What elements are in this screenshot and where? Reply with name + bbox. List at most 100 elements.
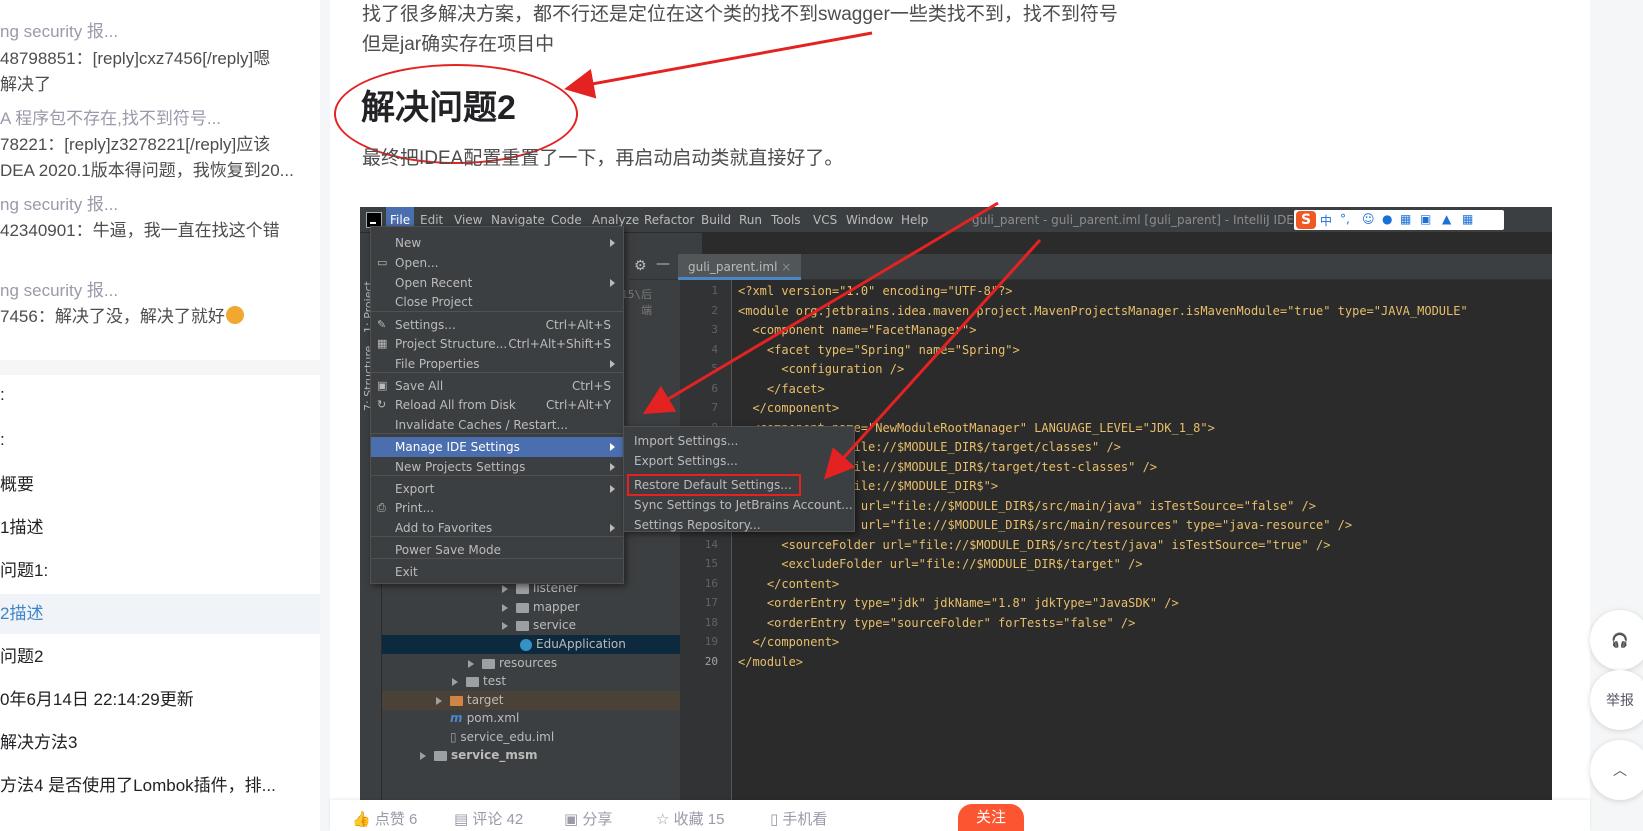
- toc-item[interactable]: 问题1:: [0, 551, 320, 591]
- tab-guli-parent-iml[interactable]: guli_parent.iml ×: [678, 254, 802, 280]
- expand-arrow-icon[interactable]: [502, 584, 508, 593]
- file-menu-item[interactable]: New: [371, 233, 623, 253]
- settings-gear-icon[interactable]: ⚙: [634, 258, 647, 274]
- file-menu-item[interactable]: Invalidate Caches / Restart...: [371, 415, 623, 435]
- comment-button[interactable]: ▤ 评论 42: [454, 808, 523, 829]
- customer-service-icon[interactable]: 🎧: [1590, 610, 1643, 670]
- menu-item-label: Invalidate Caches / Restart...: [395, 418, 568, 432]
- menu-run[interactable]: Run: [739, 207, 762, 233]
- ime-chinese-mode[interactable]: 中: [1320, 212, 1332, 229]
- menu-tools[interactable]: Tools: [771, 207, 801, 233]
- tree-node[interactable]: test: [382, 672, 702, 691]
- like-button[interactable]: 👍 点赞 6: [352, 808, 417, 829]
- ime-skin-icon[interactable]: ▲: [1442, 212, 1451, 226]
- comment-article-link[interactable]: ng security 报...: [0, 18, 320, 45]
- menu-help[interactable]: Help: [901, 207, 928, 233]
- line-number: 15: [704, 557, 718, 570]
- line-number: 19: [704, 635, 718, 648]
- toc-item[interactable]: 0年6月14日 22:14:29更新: [0, 680, 320, 720]
- tree-node[interactable]: service: [382, 616, 702, 635]
- menu-refactor[interactable]: Refactor: [644, 207, 694, 233]
- manage-settings-item[interactable]: Settings Repository...: [624, 515, 854, 535]
- tree-node[interactable]: service_msm: [382, 746, 702, 765]
- submenu-arrow-icon: [610, 239, 615, 247]
- file-menu-item[interactable]: Open Recent: [371, 273, 623, 293]
- red-box-annotation: [627, 474, 801, 496]
- collect-button[interactable]: ☆ 收藏 15: [656, 808, 724, 829]
- ime-emoji-icon[interactable]: ☺: [1362, 212, 1375, 226]
- follow-button[interactable]: 关注: [958, 804, 1024, 831]
- tree-node[interactable]: EduApplication: [382, 635, 702, 654]
- file-menu-item[interactable]: Exit: [371, 562, 623, 582]
- hide-icon[interactable]: —: [656, 256, 670, 272]
- file-menu-item[interactable]: Manage IDE Settings: [371, 437, 623, 457]
- tree-node-label: mapper: [533, 600, 580, 614]
- expand-arrow-icon[interactable]: [502, 603, 508, 612]
- toc-item[interactable]: 概要: [0, 465, 320, 505]
- comment-article-link[interactable]: A 程序包不存在,找不到符号...: [0, 105, 320, 132]
- toc-item[interactable]: 解决方法3: [0, 723, 320, 763]
- toc-item[interactable]: 问题2: [0, 637, 320, 677]
- manage-settings-item[interactable]: Export Settings...: [624, 451, 854, 471]
- tree-node[interactable]: ▯ service_edu.iml: [382, 728, 702, 747]
- comment-text: DEA 2020.1版本得问题，我恢复到20...: [0, 161, 294, 180]
- toc-item-active[interactable]: 2描述: [0, 594, 320, 634]
- code-line: <sourceFolder url="file://$MODULE_DIR$/s…: [738, 537, 1331, 552]
- tree-node[interactable]: m pom.xml: [382, 709, 702, 728]
- expand-arrow-icon[interactable]: [502, 621, 508, 630]
- expand-arrow-icon[interactable]: [420, 751, 426, 760]
- manage-settings-item[interactable]: Import Settings...: [624, 431, 854, 451]
- expand-arrow-icon[interactable]: [468, 659, 474, 668]
- tree-node[interactable]: mapper: [382, 598, 702, 617]
- code-line: <?xml version="1.0" encoding="UTF-8"?>: [738, 284, 1013, 298]
- back-to-top-icon[interactable]: ︿: [1590, 740, 1643, 800]
- file-menu-item[interactable]: Print... ⎙: [371, 498, 623, 518]
- file-menu-item[interactable]: File Properties: [371, 354, 623, 374]
- comment-article-link[interactable]: ng security 报...: [0, 191, 320, 218]
- file-menu-dropdown: New Open... ▭ Open Recent Close Project Setti…: [370, 226, 624, 584]
- report-button[interactable]: 举报: [1590, 670, 1643, 730]
- file-menu-item[interactable]: Settings... ✎ Ctrl+Alt+S: [371, 315, 623, 335]
- file-menu-item[interactable]: New Projects Settings: [371, 457, 623, 477]
- comment-text: 48798851：[reply]cxz7456[/reply]嗯: [0, 49, 271, 68]
- toc-item[interactable]: :: [0, 375, 320, 415]
- expand-arrow-icon[interactable]: [436, 696, 442, 705]
- toc-item[interactable]: 方法4 是否使用了Lombok插件，排...: [0, 766, 320, 806]
- file-menu-item[interactable]: Save All ▣ Ctrl+S: [371, 376, 623, 396]
- file-menu-item[interactable]: Power Save Mode: [371, 540, 623, 560]
- menu-vcs[interactable]: VCS: [813, 207, 837, 233]
- code-line: </content>: [738, 576, 840, 591]
- ime-toolbar[interactable]: S 中 °, ☺ ● ▦ ▣ ▲ ▦: [1294, 210, 1504, 230]
- ime-keyboard-icon[interactable]: ▦: [1400, 212, 1411, 226]
- ime-voice-icon[interactable]: ●: [1382, 212, 1392, 226]
- file-menu-item[interactable]: Close Project: [371, 292, 623, 312]
- comment-article-link[interactable]: ng security 报...: [0, 277, 320, 304]
- ime-toolbox-icon[interactable]: ▣: [1420, 212, 1431, 226]
- toc-item[interactable]: :: [0, 420, 320, 460]
- file-menu-item[interactable]: Reload All from Disk ↻ Ctrl+Alt+Y: [371, 395, 623, 415]
- expand-arrow-icon[interactable]: [452, 677, 458, 686]
- file-menu-item[interactable]: Project Structure... ▦ Ctrl+Alt+Shift+S: [371, 334, 623, 354]
- mobile-view-button[interactable]: ▯ 手机看: [770, 808, 827, 829]
- menu-window[interactable]: Window: [846, 207, 893, 233]
- line-number: 7: [711, 401, 718, 414]
- menu-shortcut: Ctrl+Alt+S: [545, 318, 611, 332]
- share-button[interactable]: ▣ 分享: [564, 808, 612, 829]
- tree-node[interactable]: resources: [382, 654, 702, 673]
- mobile-label: 手机看: [782, 811, 828, 828]
- tree-node-label: test: [483, 674, 507, 688]
- toc-item[interactable]: 1描述: [0, 508, 320, 548]
- line-number: 6: [711, 381, 718, 395]
- menu-shortcut: Ctrl+Alt+Shift+S: [508, 337, 611, 351]
- comment-count: 评论 42: [472, 811, 524, 828]
- file-menu-item[interactable]: Export: [371, 479, 623, 499]
- ime-grid-icon[interactable]: ▦: [1462, 212, 1473, 226]
- file-menu-item[interactable]: Add to Favorites: [371, 518, 623, 538]
- menu-build[interactable]: Build: [701, 207, 731, 233]
- manage-settings-item[interactable]: Sync Settings to JetBrains Account...: [624, 495, 854, 515]
- ime-punctuation[interactable]: °,: [1340, 212, 1350, 226]
- file-menu-item[interactable]: Open... ▭: [371, 253, 623, 273]
- close-tab-icon[interactable]: ×: [781, 260, 791, 274]
- tree-node[interactable]: target: [382, 691, 702, 710]
- line-number: 18: [704, 615, 718, 629]
